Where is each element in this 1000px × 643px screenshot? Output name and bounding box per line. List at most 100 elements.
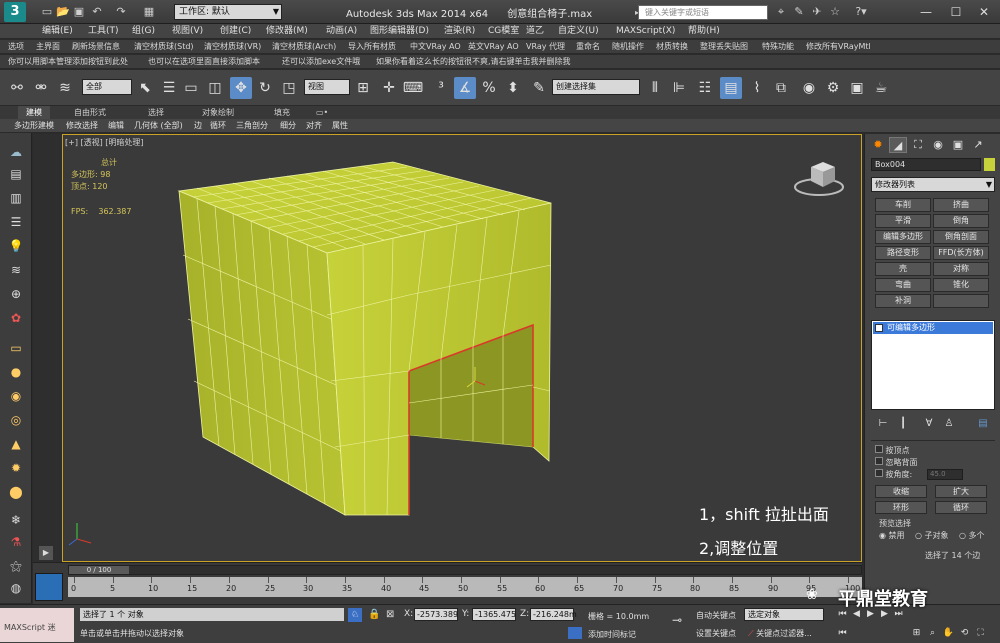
maximize-button[interactable]: ☐ (942, 2, 970, 22)
schematic-view-icon[interactable]: ⧉ (770, 77, 792, 99)
dynamics-icon[interactable]: ⚗ (6, 533, 26, 551)
unlink-icon[interactable]: ⚮ (30, 77, 52, 99)
geosphere-icon[interactable]: ✹ (6, 459, 26, 477)
edit-named-selection-icon[interactable]: ✎ (528, 77, 550, 99)
cone-icon[interactable]: ▲ (6, 435, 26, 453)
keyboard-shortcut-override-icon[interactable]: ⌨ (402, 77, 424, 99)
preview-subobject-radio[interactable]: ○ 子对象 (915, 531, 949, 541)
tube-icon[interactable]: ⬤ (6, 483, 26, 501)
panel-align[interactable]: 对齐 (306, 120, 322, 132)
object-name-field[interactable]: Box004 (871, 158, 981, 171)
selection-lock-icon[interactable]: ♘ (348, 608, 362, 622)
menu-views[interactable]: 视图(V) (172, 25, 203, 38)
ignore-backfacing-checkbox[interactable] (875, 457, 883, 465)
menu-daoyi[interactable]: 道乙 (526, 25, 544, 38)
script-button[interactable]: 选项 (8, 41, 24, 53)
modifier-edit-poly-button[interactable]: 编辑多边形 (875, 230, 931, 244)
time-slider[interactable]: 0 / 100 (68, 565, 862, 575)
tab-selection[interactable]: 选择 (140, 106, 172, 119)
select-and-link-icon[interactable]: ⚯ (6, 77, 28, 99)
named-selection-dropdown[interactable]: 创建选择集 (552, 79, 640, 95)
script-button[interactable]: 也可以在选项里面直接添加脚本 (148, 56, 260, 68)
menu-modifiers[interactable]: 修改器(M) (266, 25, 308, 38)
search-input[interactable]: 键入关键字或短语 (638, 5, 768, 20)
selection-filter-dropdown[interactable]: 全部 (82, 79, 132, 95)
material-icon[interactable]: ▤ (6, 165, 26, 183)
object-color-swatch[interactable] (984, 158, 995, 171)
tab-modeling[interactable]: 建模 (18, 106, 50, 119)
menu-edit[interactable]: 编辑(E) (42, 25, 73, 38)
time-tag-icon[interactable] (568, 627, 582, 639)
lock-icon[interactable]: 🔒 (368, 609, 380, 620)
project-folder-icon[interactable]: ▦ (142, 5, 156, 19)
script-button[interactable]: VRay 代理 (526, 41, 565, 53)
grow-button[interactable]: 扩大 (935, 485, 987, 498)
open-file-icon[interactable]: 📂 (56, 5, 70, 19)
maxscript-listener[interactable]: MAXScript 迷 (0, 608, 74, 642)
snow-icon[interactable]: ❄ (6, 511, 26, 529)
script-button[interactable]: 清空材质球(VR) (204, 41, 261, 53)
script-button[interactable]: 特殊功能 (762, 41, 794, 53)
graphite-ribbon-icon[interactable]: ▤ (720, 77, 742, 99)
modifier-smooth-button[interactable]: 平滑 (875, 214, 931, 228)
light-icon[interactable]: 💡 (6, 237, 26, 255)
key-mode-dropdown[interactable]: 选定对象 (744, 608, 824, 621)
panel-geometry-all[interactable]: 几何体 (全部) (134, 120, 183, 132)
script-button[interactable]: 重命名 (576, 41, 600, 53)
menu-customize[interactable]: 自定义(U) (558, 25, 599, 38)
sphere-icon[interactable]: ● (6, 363, 26, 381)
script-button[interactable]: 英文VRay AO (468, 41, 519, 53)
pan-icon[interactable]: ✋ (942, 627, 955, 640)
preview-off-radio[interactable]: ◉ 禁用 (879, 531, 905, 541)
modifier-bend-button[interactable]: 挤曲 (933, 198, 989, 212)
curve-editor-icon[interactable]: ⌇ (746, 77, 768, 99)
redo-icon[interactable]: ↷ (114, 5, 128, 19)
script-button[interactable]: 还可以添加exe文件哦 (282, 56, 360, 68)
percent-snap-icon[interactable]: % (478, 77, 500, 99)
absolute-mode-icon[interactable]: ⊠ (386, 609, 394, 620)
select-object-icon[interactable]: ⬉ (134, 77, 156, 99)
by-vertex-option[interactable]: 按顶点 (875, 445, 910, 456)
select-by-name-icon[interactable]: ☰ (158, 77, 180, 99)
menu-group[interactable]: 组(G) (132, 25, 155, 38)
x-coordinate-field[interactable]: -2573.389 (414, 608, 458, 621)
scene-explorer-icon[interactable]: ▥ (6, 189, 26, 207)
ignore-backfacing-option[interactable]: 忽略背面 (875, 457, 918, 468)
modifier-path-deform-button[interactable]: 路径变形 (875, 246, 931, 260)
panel-edges[interactable]: 边 (194, 120, 202, 132)
hierarchy-tab-icon[interactable]: ⛶ (909, 137, 927, 153)
expand-arrow-icon[interactable]: ▶ (39, 546, 53, 560)
skeleton-icon[interactable]: ⚝ (6, 557, 26, 575)
panel-loops[interactable]: 循环 (210, 120, 226, 132)
motion-tab-icon[interactable]: ◉ (929, 137, 947, 153)
by-angle-option[interactable]: 按角度: (875, 469, 912, 480)
modify-tab-icon[interactable]: ◢ (889, 137, 907, 153)
viewport-layout-icon[interactable] (35, 573, 63, 601)
menu-help[interactable]: 帮助(H) (688, 25, 720, 38)
key-mode-toggle-icon[interactable]: ⏮ (836, 627, 849, 640)
script-button[interactable]: 如果你看着这么长的按钮很不爽,请右键单击我并删除我 (376, 56, 571, 68)
menu-cg-studio[interactable]: CG模室 (488, 25, 519, 38)
cylinder-icon[interactable]: ◉ (6, 387, 26, 405)
modifier-chamfer-button[interactable]: 倒角 (933, 214, 989, 228)
tab-object-paint[interactable]: 对象绘制 (194, 106, 242, 119)
pivot-center-icon[interactable]: ⊞ (352, 77, 374, 99)
tab-populate[interactable]: 填充 (266, 106, 298, 119)
modifier-taper-button[interactable]: 锥化 (933, 278, 989, 292)
script-button[interactable]: 主界面 (36, 41, 60, 53)
modifier-ffd-box-button[interactable]: FFD(长方体) (933, 246, 989, 260)
panel-properties[interactable]: 属性 (332, 120, 348, 132)
preview-multi-radio[interactable]: ○ 多个 (959, 531, 985, 541)
panel-modify-selection[interactable]: 修改选择 (66, 120, 98, 132)
script-button[interactable]: 你可以用脚本管理添加按钮到此处 (8, 56, 128, 68)
helper-icon[interactable]: ⊕ (6, 285, 26, 303)
show-end-result-icon[interactable]: ┃ (895, 416, 911, 432)
panel-subdivision[interactable]: 细分 (280, 120, 296, 132)
shrink-button[interactable]: 收缩 (875, 485, 927, 498)
modifier-list-dropdown[interactable]: 修改器列表 ▼ (871, 177, 995, 192)
perspective-viewport[interactable]: [+] [透视] [明暗处理] 总计 多边形: 98 顶点: 120 FPS: … (62, 134, 862, 562)
new-file-icon[interactable]: ▭ (40, 5, 54, 19)
ribbon-minimize-toggle[interactable]: ▭• (308, 106, 336, 119)
menu-animation[interactable]: 动画(A) (326, 25, 357, 38)
material-editor-icon[interactable]: ◉ (798, 77, 820, 99)
